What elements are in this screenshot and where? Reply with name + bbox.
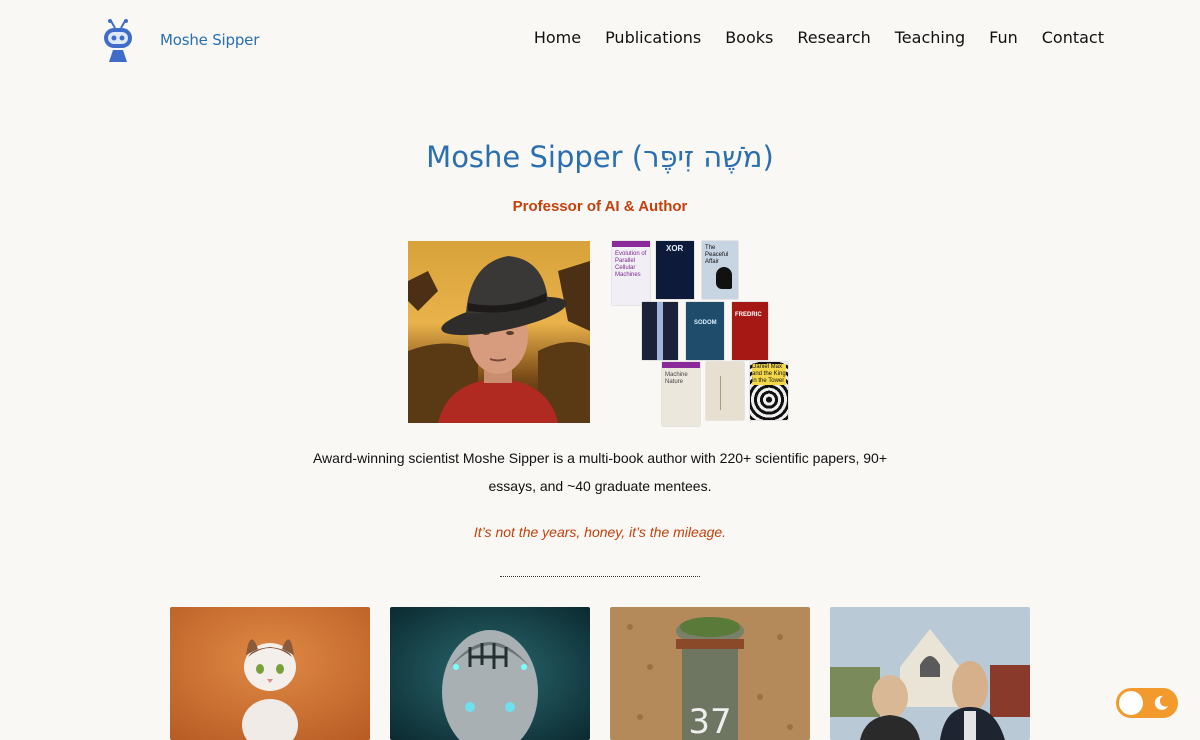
nav-publications[interactable]: Publications: [605, 28, 701, 47]
book-cover[interactable]: Daniel Max and the King in the Tower: [750, 362, 788, 420]
card-cat[interactable]: [170, 607, 370, 740]
nav-fun[interactable]: Fun: [989, 28, 1018, 47]
book-cover[interactable]: Evolution of Parallel Cellular Machines: [612, 241, 650, 305]
author-bio: Award-winning scientist Moshe Sipper is …: [312, 450, 888, 494]
site-name[interactable]: Moshe Sipper: [160, 31, 259, 49]
author-quote: It’s not the years, honey, it’s the mile…: [473, 524, 727, 540]
robot-icon[interactable]: [100, 18, 136, 62]
crow-illustration: [716, 267, 732, 289]
page-title: Moshe Sipper (מֹשֶׁה זִיפֶּר): [426, 140, 774, 174]
book-cover[interactable]: SODOM: [686, 302, 724, 360]
book-cover[interactable]: Machine Nature: [662, 362, 700, 426]
light-beam-illustration: [657, 302, 663, 360]
nav-contact[interactable]: Contact: [1042, 28, 1104, 47]
book-cover[interactable]: XOR: [656, 241, 694, 299]
book-covers-collage: Evolution of Parallel Cellular Machines …: [610, 241, 792, 426]
card-ai-face[interactable]: [390, 607, 590, 740]
post-number: 37: [688, 702, 731, 740]
main-nav: Home Publications Books Research Teachin…: [534, 28, 1104, 47]
nav-books[interactable]: Books: [725, 28, 773, 47]
book-cover[interactable]: [706, 362, 744, 420]
moon-icon: [1154, 695, 1168, 710]
site-header: Moshe Sipper Home Publications Books Res…: [0, 0, 1200, 80]
flower-illustration: [720, 376, 733, 410]
author-portrait: [408, 241, 590, 423]
section-divider: [500, 576, 700, 577]
nav-research[interactable]: Research: [797, 28, 870, 47]
nav-home[interactable]: Home: [534, 28, 581, 47]
toggle-knob: [1119, 691, 1143, 715]
nav-teaching[interactable]: Teaching: [895, 28, 965, 47]
theme-toggle[interactable]: [1116, 688, 1178, 718]
card-american-gothic[interactable]: [830, 607, 1030, 740]
book-cover[interactable]: The Peaceful Affair: [702, 241, 738, 299]
page-subtitle: Professor of AI & Author: [512, 198, 688, 215]
card-post-37[interactable]: 37: [610, 607, 810, 740]
book-cover[interactable]: FREDRIC: [732, 302, 768, 360]
book-cover[interactable]: [642, 302, 678, 360]
